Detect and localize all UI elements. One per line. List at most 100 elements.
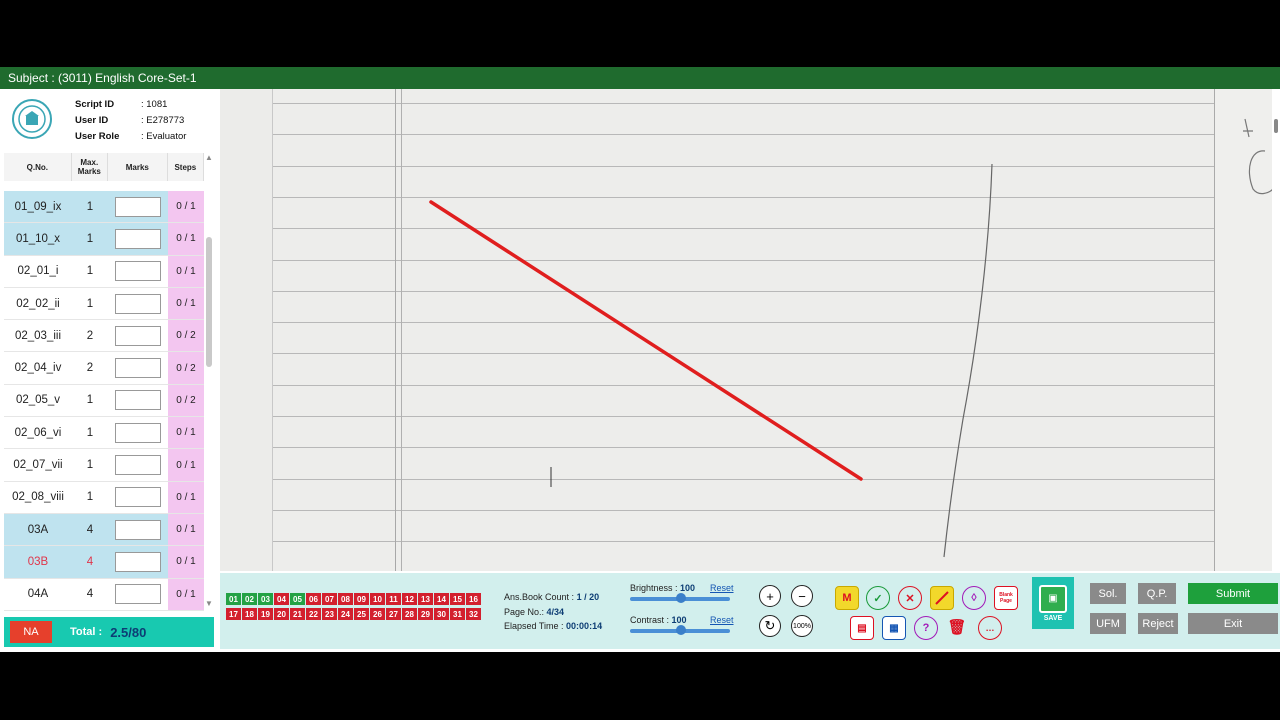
na-button[interactable]: NA — [10, 621, 52, 643]
table-row[interactable]: 04A 4 0 / 1 — [4, 578, 204, 611]
brightness-slider[interactable] — [630, 593, 730, 603]
brightness-reset-link[interactable]: Reset — [710, 583, 734, 593]
page-button-13[interactable]: 13 — [418, 593, 433, 605]
question-number[interactable]: 02_06_vi — [4, 417, 72, 448]
clipboard-icon[interactable]: ▤ — [850, 616, 874, 640]
blank-page-icon[interactable]: Blank Page — [994, 586, 1018, 610]
marks-input[interactable] — [115, 390, 161, 411]
page-button-20[interactable]: 20 — [274, 608, 289, 620]
table-row[interactable]: 02_01_i 1 0 / 1 — [4, 255, 204, 288]
brightness-knob[interactable] — [676, 593, 686, 603]
question-number[interactable]: 03B — [4, 546, 72, 577]
question-number[interactable]: 02_02_ii — [4, 288, 72, 319]
zoom-in-icon[interactable]: + — [759, 585, 781, 607]
page-button-08[interactable]: 08 — [338, 593, 353, 605]
cross-icon[interactable]: ✕ — [898, 586, 922, 610]
reject-button[interactable]: Reject — [1138, 613, 1178, 634]
table-row[interactable]: 02_03_iii 2 0 / 2 — [4, 320, 204, 353]
scroll-mark-icon[interactable]: ◊ — [962, 586, 986, 610]
question-number[interactable]: 02_07_vii — [4, 449, 72, 480]
marks-input[interactable] — [115, 325, 161, 346]
review-icon[interactable]: ▦ — [882, 616, 906, 640]
page-button-18[interactable]: 18 — [242, 608, 257, 620]
table-row[interactable]: 01_10_x 1 0 / 1 — [4, 223, 204, 256]
marks-input[interactable] — [115, 261, 161, 282]
exit-button[interactable]: Exit — [1188, 613, 1278, 634]
delete-icon[interactable]: 🗑 — [946, 616, 968, 638]
question-number[interactable]: 02_05_v — [4, 385, 72, 416]
answer-page[interactable] — [272, 89, 1215, 571]
contrast-knob[interactable] — [676, 625, 686, 635]
page-button-16[interactable]: 16 — [466, 593, 481, 605]
contrast-reset-link[interactable]: Reset — [710, 615, 734, 625]
page-button-10[interactable]: 10 — [370, 593, 385, 605]
page-button-32[interactable]: 32 — [466, 608, 481, 620]
zoom-out-icon[interactable]: − — [791, 585, 813, 607]
page-button-15[interactable]: 15 — [450, 593, 465, 605]
viewer-scroll-thumb[interactable] — [1274, 119, 1278, 133]
page-button-21[interactable]: 21 — [290, 608, 305, 620]
question-number[interactable]: 04A — [4, 579, 72, 610]
question-number[interactable]: 01_09_ix — [4, 191, 72, 222]
page-button-09[interactable]: 09 — [354, 593, 369, 605]
fit-100-icon[interactable]: 100% — [791, 615, 813, 637]
page-button-24[interactable]: 24 — [338, 608, 353, 620]
annotation-layer[interactable] — [273, 89, 1215, 571]
table-scrollbar[interactable]: ▲ ▼ — [204, 153, 214, 611]
page-button-07[interactable]: 07 — [322, 593, 337, 605]
scroll-down-icon[interactable]: ▼ — [205, 599, 213, 608]
page-button-30[interactable]: 30 — [434, 608, 449, 620]
tick-icon[interactable]: ✓ — [866, 586, 890, 610]
page-button-02[interactable]: 02 — [242, 593, 257, 605]
page-button-28[interactable]: 28 — [402, 608, 417, 620]
marks-input[interactable] — [115, 228, 161, 249]
page-button-05[interactable]: 05 — [290, 593, 305, 605]
page-button-23[interactable]: 23 — [322, 608, 337, 620]
table-row[interactable]: 01_09_ix 1 0 / 1 — [4, 191, 204, 224]
table-row[interactable]: 02_07_vii 1 0 / 1 — [4, 449, 204, 482]
comment-icon[interactable]: … — [978, 616, 1002, 640]
question-number[interactable]: 01_10_x — [4, 223, 72, 254]
mark-m-icon[interactable]: M — [835, 586, 859, 610]
line-tool-icon[interactable] — [930, 586, 954, 610]
table-row[interactable]: 03B 4 0 / 1 — [4, 546, 204, 579]
page-button-22[interactable]: 22 — [306, 608, 321, 620]
table-row[interactable]: 02_05_v 1 0 / 2 — [4, 384, 204, 418]
solution-button[interactable]: Sol. — [1090, 583, 1126, 604]
page-button-06[interactable]: 06 — [306, 593, 321, 605]
table-row[interactable]: 03A 4 0 / 1 — [4, 513, 204, 547]
page-button-29[interactable]: 29 — [418, 608, 433, 620]
scroll-thumb[interactable] — [206, 237, 212, 367]
page-button-12[interactable]: 12 — [402, 593, 417, 605]
question-number[interactable]: 02_01_i — [4, 256, 72, 287]
page-button-14[interactable]: 14 — [434, 593, 449, 605]
save-button[interactable]: ▣ SAVE — [1032, 577, 1074, 629]
question-number[interactable]: 02_08_viii — [4, 482, 72, 513]
marks-input[interactable] — [115, 455, 161, 476]
page-button-03[interactable]: 03 — [258, 593, 273, 605]
page-button-19[interactable]: 19 — [258, 608, 273, 620]
marks-input[interactable] — [115, 519, 161, 540]
page-button-26[interactable]: 26 — [370, 608, 385, 620]
question-number[interactable]: 03A — [4, 514, 72, 545]
marks-input[interactable] — [115, 551, 161, 572]
marks-input[interactable] — [115, 196, 161, 217]
table-row[interactable]: 02_08_viii 1 0 / 1 — [4, 481, 204, 514]
page-button-11[interactable]: 11 — [386, 593, 401, 605]
answer-sheet-viewer[interactable] — [220, 89, 1272, 571]
marks-input[interactable] — [115, 487, 161, 508]
help-icon[interactable]: ? — [914, 616, 938, 640]
marks-input[interactable] — [115, 584, 161, 605]
question-number[interactable]: 02_03_iii — [4, 320, 72, 351]
page-button-25[interactable]: 25 — [354, 608, 369, 620]
viewer-scrollbar[interactable] — [1272, 89, 1280, 571]
rotate-icon[interactable]: ↻ — [759, 615, 781, 637]
contrast-slider[interactable] — [630, 625, 730, 635]
marks-input[interactable] — [115, 422, 161, 443]
page-button-04[interactable]: 04 — [274, 593, 289, 605]
question-paper-button[interactable]: Q.P. — [1138, 583, 1176, 604]
table-row[interactable]: 02_06_vi 1 0 / 1 — [4, 417, 204, 450]
marks-input[interactable] — [115, 293, 161, 314]
table-row[interactable]: 02_02_ii 1 0 / 1 — [4, 287, 204, 321]
page-button-01[interactable]: 01 — [226, 593, 241, 605]
